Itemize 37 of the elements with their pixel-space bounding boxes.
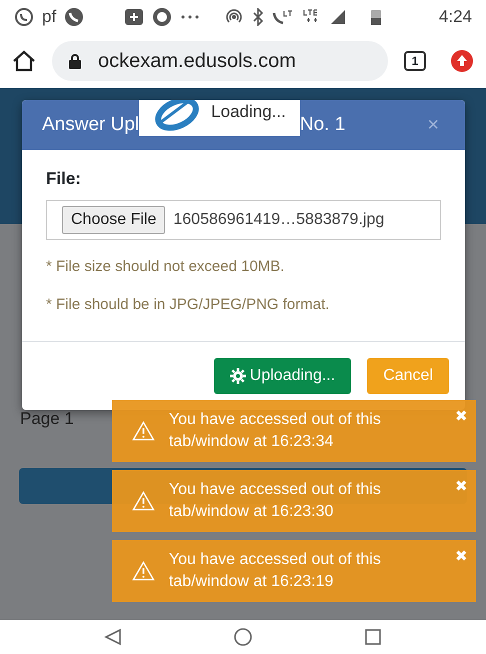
dialog-title: Answer Upl	[42, 112, 140, 137]
battery-icon	[370, 8, 382, 26]
plus-box-icon	[124, 8, 144, 26]
lock-icon	[68, 53, 82, 69]
close-button[interactable]: ×	[421, 109, 445, 141]
home-icon[interactable]	[12, 50, 36, 72]
toast-message: You have accessed out of this tab/window at 16:23:19	[168, 550, 382, 592]
close-button[interactable]: ✖	[455, 547, 468, 568]
clock-time: 4:24	[438, 6, 472, 28]
file-input[interactable]: Choose File 160586961419…5883879.jpg	[46, 200, 441, 240]
bluetooth-icon	[252, 8, 264, 26]
uploading-button[interactable]: Uploading...	[214, 358, 352, 394]
back-icon[interactable]	[104, 628, 122, 646]
phone-icon	[64, 7, 84, 27]
loading-text: Loading...	[211, 101, 286, 124]
address-bar[interactable]: ockexam.edusols.com	[52, 41, 388, 81]
status-text: pf	[42, 6, 56, 28]
chat-icon	[14, 7, 34, 27]
close-button[interactable]: ✖	[455, 477, 468, 498]
hint-text: * File should be in JPG/JPEG/PNG format.	[46, 295, 330, 315]
close-button[interactable]: ✖	[455, 407, 468, 428]
lte-call-icon	[272, 9, 294, 25]
tab-count[interactable]: 1	[404, 51, 426, 71]
upload-icon[interactable]	[450, 49, 474, 73]
dialog-title: No. 1	[300, 112, 346, 137]
toast-message: You have accessed out of this tab/window at 16:23:30	[168, 480, 382, 522]
hint-text: * File size should not exceed 10MB.	[46, 256, 286, 276]
signal-icon	[330, 9, 346, 25]
page-label: Page 1	[20, 408, 74, 430]
url-text: ockexam.edusols.com	[98, 49, 296, 74]
field-label: File:	[46, 168, 82, 190]
ring-icon	[152, 7, 172, 27]
recents-icon[interactable]	[364, 628, 382, 646]
file-name: 160586961419…5883879.jpg	[173, 210, 384, 230]
more-icon	[180, 14, 200, 20]
choose-file-button[interactable]: Choose File	[62, 206, 166, 234]
toast-message: You have accessed out of this tab/window at 16:23:34	[168, 410, 382, 452]
